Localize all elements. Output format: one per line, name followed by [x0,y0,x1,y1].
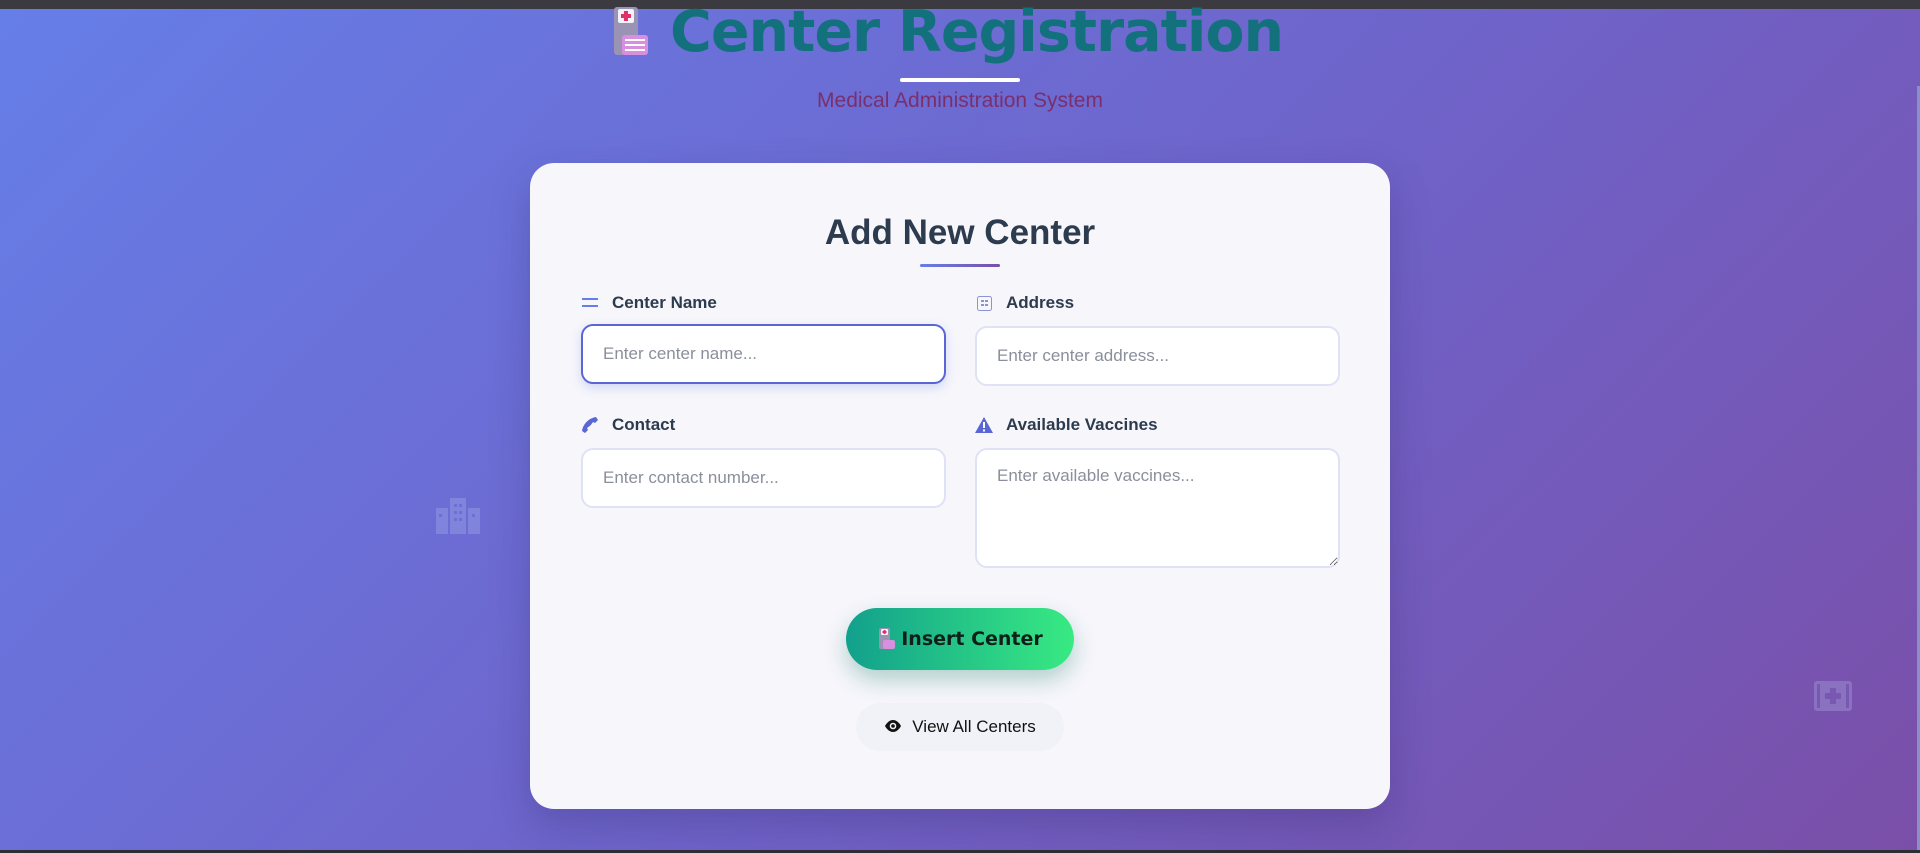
list-icon [581,294,599,312]
contact-label: Contact [581,415,675,435]
phone-icon [581,416,599,434]
warning-icon [975,416,993,434]
building-decor-icon [436,498,480,539]
view-all-centers-button[interactable]: View All Centers [856,703,1064,751]
insert-center-label: Insert Center [901,628,1043,650]
address-label-text: Address [1006,293,1075,312]
eye-icon [884,718,902,736]
title-underline [900,78,1020,82]
page-title: Center Registration [670,0,1284,65]
address-input[interactable] [975,326,1340,386]
hospital-icon [877,628,896,650]
map-icon [975,294,993,312]
center-name-label: Center Name [581,293,717,313]
vaccines-label: Available Vaccines [975,415,1158,435]
contact-input[interactable] [581,448,946,508]
card-title-underline [920,264,1000,267]
vaccines-textarea[interactable] [975,448,1340,568]
title-row: Center Registration [610,0,1284,65]
center-name-input[interactable] [581,324,946,384]
first-aid-decor-icon [1814,681,1852,716]
address-label: Address [975,293,1074,313]
vaccines-label-text: Available Vaccines [1006,415,1158,434]
page-subtitle: Medical Administration System [817,89,1103,112]
registration-card: Add New Center Center Name Address Conta… [530,163,1390,809]
insert-center-button[interactable]: Insert Center [846,608,1074,670]
contact-label-text: Contact [612,415,676,434]
card-title: Add New Center [824,213,1096,252]
hospital-icon [610,7,650,57]
view-all-centers-label: View All Centers [912,717,1036,736]
center-name-label-text: Center Name [612,293,717,312]
